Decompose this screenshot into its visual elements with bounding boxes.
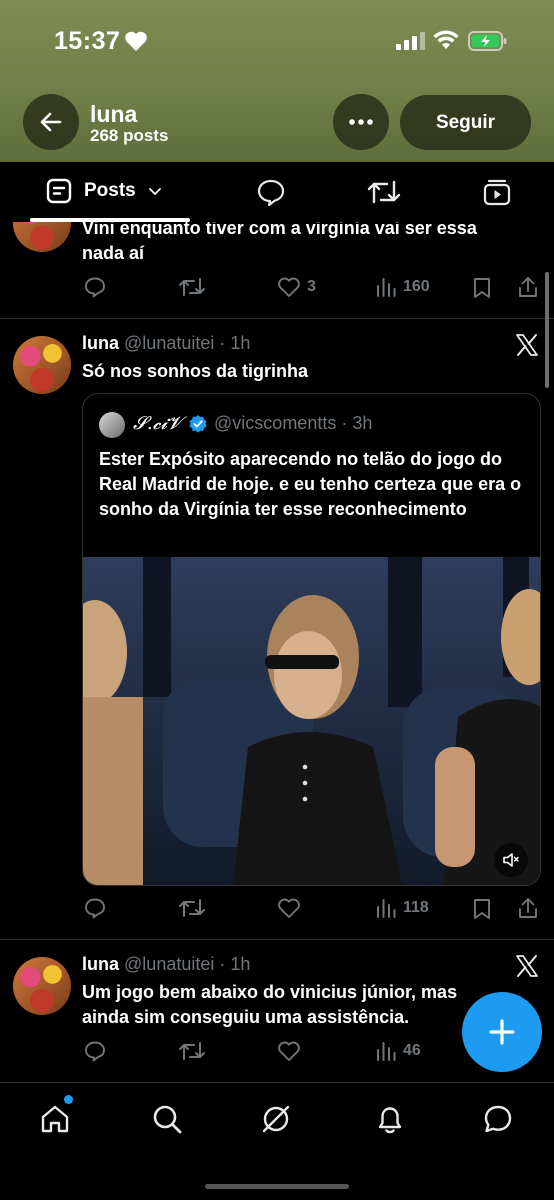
- heart-icon: [278, 898, 300, 918]
- mute-button[interactable]: [494, 843, 528, 877]
- wifi-icon: [433, 30, 459, 49]
- reply-button[interactable]: [84, 1040, 106, 1062]
- tweet-text-line2: ainda sim conseguiu uma assistência.: [82, 1007, 410, 1027]
- view-count: 160: [403, 278, 430, 295]
- tab-reposts-icon[interactable]: [367, 178, 401, 206]
- home-notification-dot: [64, 1095, 73, 1104]
- scrollbar[interactable]: [545, 272, 549, 388]
- more-options-button[interactable]: [333, 94, 389, 150]
- video-player[interactable]: [83, 557, 540, 885]
- view-count: 46: [403, 1042, 421, 1059]
- repost-icon: [179, 278, 205, 296]
- repost-button[interactable]: [178, 1040, 206, 1062]
- author-handle-time: @lunatuitei · 1h: [124, 333, 251, 353]
- more-dots-icon: [349, 119, 373, 125]
- author-name[interactable]: luna: [82, 333, 119, 353]
- reply-icon: [85, 1041, 105, 1062]
- tweet-header: luna @lunatuitei · 1h: [82, 333, 250, 354]
- views-button[interactable]: 160: [375, 276, 430, 298]
- quote-tweet[interactable]: 𝓢.𝓬𝓲𝓥 @vicscomentts · 3h Ester Expósito …: [82, 393, 541, 886]
- share-icon[interactable]: [517, 275, 539, 299]
- avatar[interactable]: [13, 336, 71, 394]
- notifications-bell-icon[interactable]: [374, 1103, 406, 1135]
- status-bar: 15:37: [0, 0, 554, 84]
- tab-posts[interactable]: Posts: [46, 178, 162, 204]
- repost-button[interactable]: [178, 276, 206, 298]
- posts-count: 268 posts: [90, 126, 169, 145]
- author-handle-time: @lunatuitei · 1h: [124, 954, 251, 974]
- bottom-navigation: [0, 1082, 554, 1200]
- view-count: 118: [403, 899, 429, 916]
- status-time: 15:37: [54, 27, 121, 55]
- cellular-signal-icon: [396, 32, 425, 50]
- search-icon[interactable]: [151, 1103, 183, 1135]
- compose-post-button[interactable]: [462, 992, 542, 1072]
- tab-posts-label: Posts: [84, 180, 136, 201]
- x-logo-icon: [516, 955, 538, 977]
- profile-tabs: Posts: [0, 162, 554, 222]
- speaker-muted-icon: [503, 853, 519, 867]
- bookmark-icon[interactable]: [472, 898, 492, 920]
- posts-tab-icon: [46, 178, 72, 204]
- quote-handle-time: @vicscomentts · 3h: [214, 413, 373, 433]
- heart-icon: [278, 277, 300, 297]
- verified-badge-icon: [189, 414, 207, 433]
- quote-author-name: 𝓢.𝓬𝓲𝓥: [133, 413, 183, 434]
- views-chart-icon: [377, 1042, 396, 1061]
- profile-header: 15:37 luna 268 posts Seguir: [0, 0, 554, 162]
- quote-header: 𝓢.𝓬𝓲𝓥 @vicscomentts · 3h: [133, 413, 372, 434]
- views-button[interactable]: 118: [375, 897, 429, 919]
- reply-icon: [85, 898, 105, 919]
- bookmark-icon[interactable]: [472, 277, 492, 299]
- tweet-text: Vini enquanto tiver com a virginia vai s…: [82, 222, 477, 238]
- repost-icon: [179, 899, 205, 917]
- author-name[interactable]: luna: [82, 954, 119, 974]
- back-button[interactable]: [23, 94, 79, 150]
- x-logo-icon: [516, 334, 538, 356]
- arrow-left-icon: [40, 112, 62, 132]
- reply-button[interactable]: [84, 276, 106, 298]
- profile-name: luna: [90, 101, 138, 127]
- timeline[interactable]: Vini enquanto tiver com a virginia vai s…: [0, 222, 554, 1082]
- like-count: 3: [307, 278, 316, 295]
- tab-media-icon[interactable]: [482, 178, 512, 206]
- tweet-text: Um jogo bem abaixo do vinicius júnior, m…: [82, 982, 458, 1002]
- tab-replies-icon[interactable]: [256, 178, 286, 206]
- divider: [0, 939, 554, 940]
- messages-icon[interactable]: [482, 1103, 514, 1135]
- tweet-header: luna @lunatuitei · 1h: [82, 954, 250, 975]
- plus-icon: [489, 1019, 515, 1045]
- grok-icon[interactable]: [260, 1103, 292, 1135]
- home-icon[interactable]: [39, 1103, 71, 1135]
- quote-text: Ester Expósito aparecendo no telão do jo…: [99, 449, 522, 519]
- views-chart-icon: [377, 278, 396, 297]
- like-button[interactable]: [277, 1040, 301, 1062]
- follow-button[interactable]: Seguir: [400, 95, 531, 150]
- like-button[interactable]: 3: [277, 276, 316, 298]
- views-chart-icon: [377, 899, 396, 918]
- repost-button[interactable]: [178, 897, 206, 919]
- like-button[interactable]: [277, 897, 301, 919]
- heart-icon: [278, 1041, 300, 1061]
- heart-status-icon: [125, 31, 147, 51]
- share-icon[interactable]: [517, 896, 539, 920]
- chevron-down-icon: [148, 188, 161, 196]
- repost-icon: [179, 1042, 205, 1060]
- avatar[interactable]: [13, 222, 71, 252]
- quote-avatar: [99, 412, 125, 438]
- home-indicator: [205, 1184, 349, 1189]
- tweet-text-line2: nada aí: [82, 243, 145, 263]
- avatar[interactable]: [13, 957, 71, 1015]
- reply-button[interactable]: [84, 897, 106, 919]
- tweet-text: Só nos sonhos da tigrinha: [82, 361, 309, 381]
- battery-charging-icon: [468, 31, 507, 51]
- divider: [0, 318, 554, 319]
- views-button[interactable]: 46: [375, 1040, 421, 1062]
- reply-icon: [85, 277, 105, 298]
- video-frame: [83, 557, 540, 885]
